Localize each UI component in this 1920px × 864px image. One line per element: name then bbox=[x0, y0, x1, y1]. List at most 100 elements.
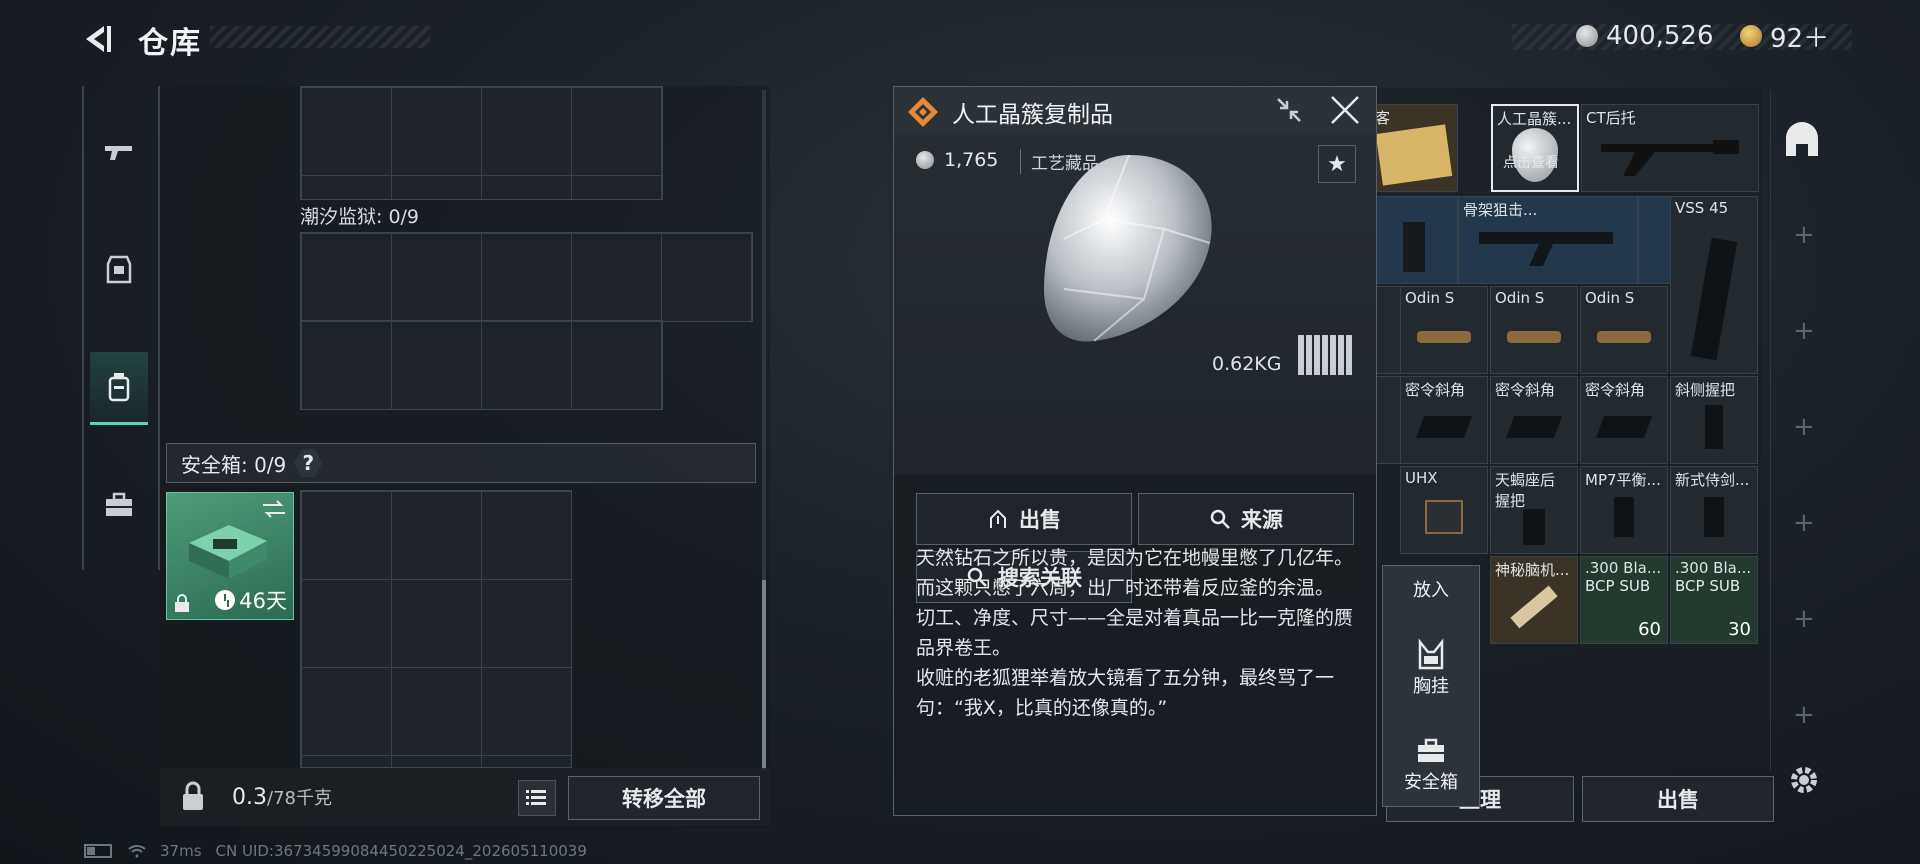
inventory-cell[interactable]: MP7平衡... bbox=[1580, 466, 1668, 554]
inventory-cell[interactable]: 客 bbox=[1370, 104, 1458, 192]
description-line: 收赃的老狐狸举着放大镜看了五分钟，最终骂了一句：“我X，比真的还像真的。” bbox=[916, 667, 1335, 719]
ping-text: 37ms bbox=[160, 842, 202, 860]
gun-icon bbox=[105, 146, 132, 160]
item-price: 1,765 bbox=[916, 149, 998, 171]
safe-grid[interactable] bbox=[300, 490, 572, 768]
transfer-all-button[interactable]: 转移全部 bbox=[568, 776, 760, 820]
weight-lock-icon[interactable] bbox=[176, 780, 210, 814]
ammo-sub-label: BCP SUB bbox=[1675, 577, 1741, 595]
prison-grid-row2[interactable] bbox=[300, 320, 663, 410]
uid-text: CN UID:3673459908445022502­4_20260511003… bbox=[215, 842, 587, 860]
cell-label: .300 Bla... bbox=[1585, 559, 1662, 577]
put-into-chest-rig[interactable]: 胸挂 bbox=[1383, 638, 1479, 698]
description-line: 而这颗只憋了六周，出厂时还带着反应釜的余温。 bbox=[916, 577, 1335, 599]
sell-button[interactable]: 出售 bbox=[916, 493, 1132, 545]
inventory-cell[interactable]: 天蝎座后握把 bbox=[1490, 466, 1578, 554]
armor-icon bbox=[106, 255, 132, 284]
inventory-cell[interactable]: Odin S bbox=[1400, 286, 1488, 374]
inventory-sell-button[interactable]: 出售 bbox=[1582, 776, 1774, 822]
ammo-count: 30 bbox=[1728, 619, 1751, 640]
currency-main[interactable]: 400,526 bbox=[1576, 20, 1714, 52]
cell-label: 密令斜角 bbox=[1495, 381, 1556, 399]
put-into-menu: 放入 胸挂 安全箱 bbox=[1382, 565, 1480, 807]
put-into-safe-box[interactable]: 安全箱 bbox=[1383, 734, 1479, 794]
storage-footer: 0.3/78千克 转移全部 bbox=[160, 768, 770, 826]
cell-overlay-text: 点击查看 bbox=[1503, 155, 1559, 171]
brain-chip-icon bbox=[1510, 585, 1558, 629]
inventory-cell[interactable]: 骨架狙击... bbox=[1458, 196, 1638, 284]
stock-icon bbox=[1479, 231, 1613, 266]
inventory-cell[interactable] bbox=[1370, 196, 1458, 284]
inventory-cell[interactable]: 密令斜角 bbox=[1400, 376, 1488, 464]
safe-box-item[interactable]: 46天 bbox=[166, 492, 294, 620]
safehouse-icon[interactable] bbox=[1782, 120, 1822, 160]
gear-icon[interactable] bbox=[1786, 762, 1822, 798]
storage-scrollbar[interactable] bbox=[762, 90, 766, 770]
inventory-cell[interactable]: 斜侧握把 bbox=[1670, 376, 1758, 464]
add-slot-icon[interactable]: + bbox=[1793, 220, 1815, 250]
safe-box-bar: 安全箱: 0/9 ? bbox=[166, 443, 756, 483]
item-size-grid-icon bbox=[1298, 335, 1354, 375]
cell-label: .300 Bla... bbox=[1675, 559, 1752, 577]
currency-secondary[interactable]: 92＋ bbox=[1740, 20, 1829, 54]
swap-icon[interactable] bbox=[261, 499, 287, 519]
inventory-cell[interactable]: CT后托 bbox=[1581, 104, 1759, 192]
cell-label: 客 bbox=[1375, 109, 1391, 127]
put-into-title: 放入 bbox=[1383, 576, 1479, 602]
inventory-cell[interactable]: VSS 45 bbox=[1670, 196, 1758, 374]
grip-icon bbox=[1614, 496, 1634, 537]
item-category: 工艺藏品 bbox=[1020, 149, 1099, 174]
add-slot-icon[interactable]: + bbox=[1793, 700, 1815, 730]
gold-coin-icon bbox=[1740, 25, 1762, 47]
cell-label: 新式侍剑... bbox=[1675, 471, 1750, 489]
add-slot-icon[interactable]: + bbox=[1793, 508, 1815, 538]
nav-backpack[interactable] bbox=[90, 352, 148, 425]
list-view-button[interactable] bbox=[518, 780, 556, 816]
list-icon bbox=[526, 790, 546, 805]
nav-weapons[interactable] bbox=[90, 118, 148, 188]
nav-armor[interactable] bbox=[90, 234, 148, 304]
ammo-sub-label: BCP SUB bbox=[1585, 577, 1651, 595]
safe-box-icon bbox=[1418, 738, 1444, 762]
coin-icon bbox=[1576, 25, 1598, 47]
weight-value: 0.3 bbox=[232, 785, 267, 810]
item-image-area bbox=[894, 133, 1376, 475]
nav-briefcase[interactable] bbox=[90, 470, 148, 540]
inventory-cell[interactable]: 神秘脑机... bbox=[1490, 556, 1578, 644]
add-slot-icon[interactable]: + bbox=[1793, 412, 1815, 442]
inventory-cell-selected[interactable]: 人工晶簇... 点击查看 bbox=[1491, 104, 1579, 192]
add-slot-icon[interactable]: + bbox=[1793, 316, 1815, 346]
inventory-cell[interactable]: 新式侍剑... bbox=[1670, 466, 1758, 554]
safe-box-menu-label: 安全箱 bbox=[1404, 772, 1458, 793]
angled-grip-icon bbox=[1595, 415, 1653, 438]
scope-icon bbox=[1597, 330, 1651, 343]
safe-box-label: 安全箱: 0/9 bbox=[181, 452, 287, 477]
angled-grip-icon bbox=[1415, 415, 1473, 438]
clock-icon bbox=[215, 590, 236, 610]
add-slot-icon[interactable]: + bbox=[1793, 604, 1815, 634]
storage-grid-top[interactable] bbox=[300, 86, 663, 200]
inventory-cell[interactable]: UHX bbox=[1400, 466, 1488, 554]
favorite-button[interactable]: ★ bbox=[1318, 145, 1356, 183]
inventory-cell[interactable]: 密令斜角 bbox=[1580, 376, 1668, 464]
close-icon[interactable] bbox=[1328, 93, 1362, 127]
inventory-cell[interactable]: 密令斜角 bbox=[1490, 376, 1578, 464]
collapse-icon[interactable] bbox=[1274, 95, 1304, 125]
cell-label: Odin S bbox=[1495, 289, 1545, 307]
back-arrow-icon bbox=[86, 26, 111, 52]
title-decoration bbox=[210, 26, 430, 48]
cell-label: VSS 45 bbox=[1675, 199, 1729, 217]
storage-scroll-thumb[interactable] bbox=[762, 580, 766, 770]
put-into-label: 放入 bbox=[1413, 580, 1449, 601]
inventory-cell[interactable]: Odin S bbox=[1490, 286, 1578, 374]
source-button[interactable]: 来源 bbox=[1138, 493, 1354, 545]
help-icon[interactable]: ? bbox=[294, 449, 323, 477]
back-button[interactable] bbox=[80, 22, 114, 56]
inventory-cell[interactable]: .300 Bla... BCP SUB 60 bbox=[1580, 556, 1668, 644]
description-line: 天然钻石之所以贵，是因为它在地幔里憋了几亿年。 bbox=[916, 547, 1354, 569]
briefcase-icon bbox=[106, 492, 132, 516]
inventory-cell[interactable]: Odin S bbox=[1580, 286, 1668, 374]
inventory-cell[interactable]: .300 Bla... BCP SUB 30 bbox=[1670, 556, 1758, 644]
cell-label: Odin S bbox=[1585, 289, 1635, 307]
prison-grid-row1[interactable] bbox=[300, 232, 753, 322]
